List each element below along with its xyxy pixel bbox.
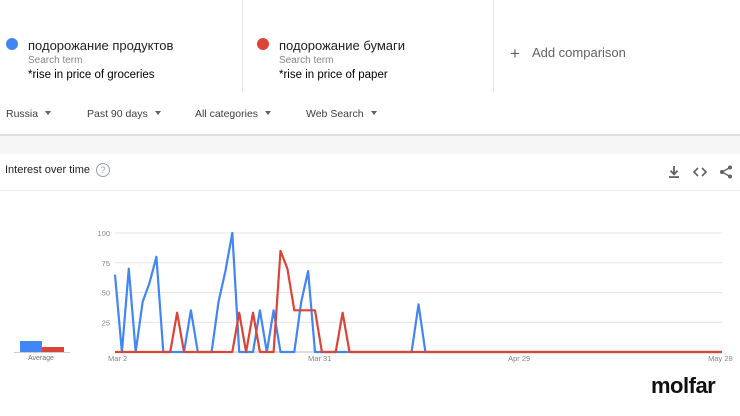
series-1-color-dot xyxy=(6,38,18,50)
search-term-1-translation: *rise in price of groceries xyxy=(28,69,155,81)
y-tick-label: 100 xyxy=(97,229,110,238)
category-dropdown[interactable]: All categories xyxy=(195,108,272,120)
plus-icon: + xyxy=(510,44,520,63)
x-tick-label: May 28 xyxy=(708,354,733,363)
region-value: Russia xyxy=(6,108,39,120)
molfar-logo: molfar xyxy=(651,373,716,398)
series-2-color-dot xyxy=(257,38,269,50)
period-value: Past 90 days xyxy=(87,108,148,120)
interest-over-time-card: Interest over time ? Average 100 75 50 25 Ma… xyxy=(0,154,740,416)
period-dropdown[interactable]: Past 90 days xyxy=(87,108,161,120)
series-line-2 xyxy=(115,249,722,354)
add-comparison-button[interactable]: + Add comparison xyxy=(510,44,626,64)
comparison-bar: подорожание продуктов Search term *rise … xyxy=(0,0,740,92)
search-term-1-name[interactable]: подорожание продуктов xyxy=(28,38,173,53)
y-tick-label: 25 xyxy=(102,318,110,327)
region-dropdown[interactable]: Russia xyxy=(6,108,52,120)
filter-bar: Russia Past 90 days All categories Web S… xyxy=(0,96,740,136)
search-term-2-type: Search term xyxy=(279,55,334,66)
search-term-2[interactable]: подорожание бумаги Search term *rise in … xyxy=(243,0,494,92)
x-tick-label: Mar 31 xyxy=(308,354,331,363)
search-term-1-type: Search term xyxy=(28,55,83,66)
section-gap xyxy=(0,136,740,154)
search-type-value: Web Search xyxy=(306,108,364,120)
interest-over-time-chart: 100 75 50 25 Mar 2 Mar 31 Apr 29 May 28 xyxy=(97,229,733,363)
search-term-1[interactable]: подорожание продуктов Search term *rise … xyxy=(0,0,243,92)
y-tick-label: 50 xyxy=(102,289,110,298)
search-term-2-translation: *rise in price of paper xyxy=(279,69,388,81)
add-comparison-label: Add comparison xyxy=(531,45,626,60)
search-type-dropdown[interactable]: Web Search xyxy=(306,108,377,120)
search-term-2-name[interactable]: подорожание бумаги xyxy=(279,38,405,53)
x-tick-label: Apr 29 xyxy=(508,354,530,363)
x-tick-label: Mar 2 xyxy=(108,354,127,363)
chevron-down-icon xyxy=(370,111,377,115)
chevron-down-icon xyxy=(45,111,52,115)
y-tick-label: 75 xyxy=(102,259,110,268)
category-value: All categories xyxy=(195,108,259,120)
chevron-down-icon xyxy=(154,111,161,115)
chevron-down-icon xyxy=(265,111,272,115)
